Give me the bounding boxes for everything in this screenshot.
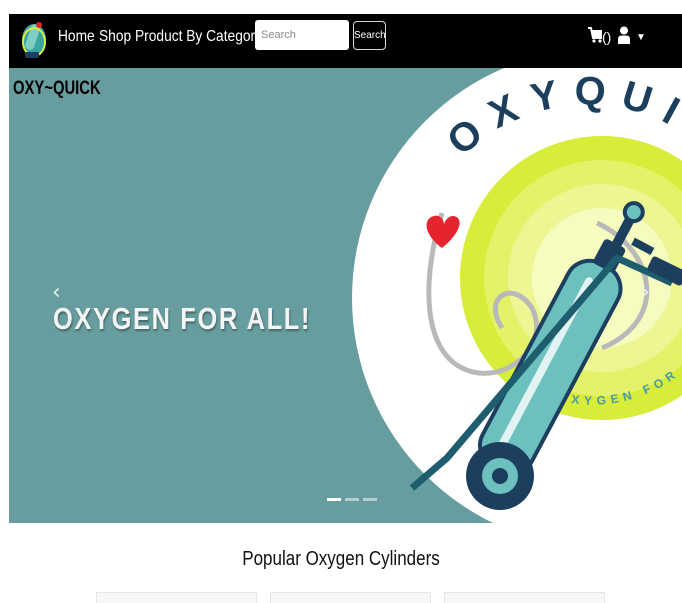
section-title: Popular Oxygen Cylinders: [242, 548, 440, 570]
carousel-indicator-2[interactable]: [345, 498, 359, 501]
hero-carousel: OXY~QUICK OXYQUICK OXYGEN FOR ALL: [9, 68, 682, 523]
search-button[interactable]: Search: [353, 21, 386, 50]
chevron-right-icon[interactable]: ›: [641, 280, 650, 305]
nav-link-home[interactable]: Home: [58, 28, 95, 46]
product-card[interactable]: [270, 592, 431, 603]
chevron-left-icon[interactable]: ‹: [52, 280, 61, 305]
nav-link-shop[interactable]: Shop: [99, 28, 131, 46]
product-card[interactable]: [96, 592, 257, 603]
search-input[interactable]: [255, 20, 349, 50]
user-icon: [618, 26, 630, 49]
cart-count: (): [602, 29, 612, 45]
cart-icon: [588, 26, 604, 48]
brand-title: OXY~QUICK: [13, 78, 101, 99]
oxygen-cylinder-logo-icon[interactable]: [19, 18, 49, 64]
carousel-indicators: [327, 498, 377, 501]
caret-down-icon: ▼: [636, 32, 646, 43]
carousel-indicator-1[interactable]: [327, 498, 341, 501]
user-menu-toggle[interactable]: ▼: [618, 26, 646, 49]
carousel-indicator-3[interactable]: [363, 498, 377, 501]
nav-link-product-by-category[interactable]: Product By Category: [135, 28, 262, 46]
cart-button[interactable]: (): [588, 26, 612, 48]
page: Home Shop Product By Category Search (): [0, 0, 682, 603]
oxyquick-hero-logo: OXYQUICK OXYGEN FOR ALL: [352, 68, 682, 523]
product-card[interactable]: [444, 592, 605, 603]
navbar: Home Shop Product By Category Search (): [9, 14, 682, 68]
hero-tagline: OXYGEN FOR ALL!: [53, 301, 312, 336]
